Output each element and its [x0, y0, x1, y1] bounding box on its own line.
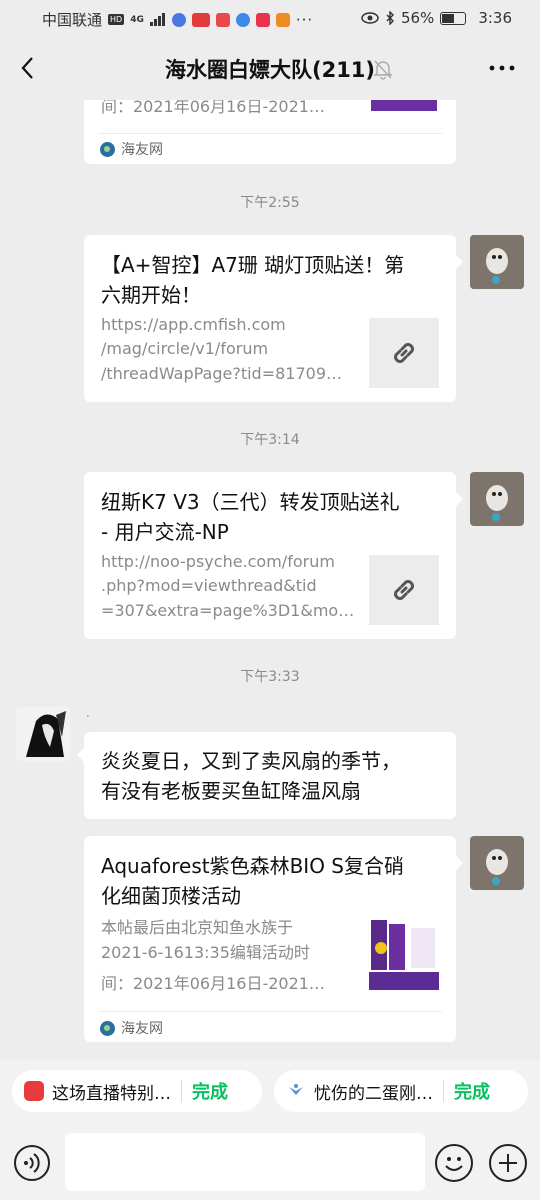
hd-badge: HD: [108, 14, 125, 25]
link-title-line2: - 用户交流-NP: [101, 520, 229, 544]
avatar[interactable]: [470, 235, 524, 289]
message-line1: 炎炎夏日，又到了卖风扇的季节，: [101, 749, 401, 773]
news-app-icon: [215, 12, 230, 27]
link-url-line1: https://app.cmfish.com: [101, 315, 286, 334]
text-message-bubble[interactable]: 炎炎夏日，又到了卖风扇的季节， 有没有老板要买鱼缸降温风扇: [84, 732, 456, 819]
chat-title: 海水圈白嫖大队(211): [164, 58, 376, 82]
card-divider: [98, 133, 442, 134]
link-url-line3: /threadWapPage?tid=81709…: [101, 364, 342, 383]
status-right: 56% 3:36: [361, 9, 512, 27]
timestamp: 下午3:33: [240, 669, 300, 685]
avatar[interactable]: [470, 836, 524, 890]
add-button[interactable]: [489, 1144, 527, 1182]
done-button[interactable]: 完成: [454, 1078, 490, 1104]
chat-area: 间：2021年06月16日-2021… 海友网 下午2:55 【A+智控】A7珊…: [0, 100, 540, 1060]
source-logo-icon: [100, 1020, 115, 1036]
more-notifications-icon: ···: [295, 10, 314, 29]
smiley-icon: [445, 1157, 463, 1171]
battery-icon: [440, 11, 467, 25]
article-desc-line2: 2021-6-1613:35编辑活动时: [101, 943, 310, 962]
quick-item-live[interactable]: 这场直播特别… 完成: [12, 1070, 262, 1112]
quick-item-divider: [443, 1080, 444, 1102]
article-source: 海友网: [100, 1018, 163, 1038]
sender-name: .: [86, 706, 90, 720]
music-app-icon: [171, 12, 186, 27]
card-divider: [98, 1011, 442, 1012]
link-chain-icon: [394, 580, 414, 600]
article-card[interactable]: Aquaforest紫色森林BIO S复合硝 化细菌顶楼活动 本帖最后由北京知鱼…: [84, 836, 456, 1042]
article-desc-line: 间：2021年06月16日-2021…: [101, 100, 325, 116]
link-title-line1: 【A+智控】A7珊 瑚灯顶贴送！第: [101, 253, 405, 277]
avatar-image: [470, 472, 524, 526]
article-card-partial[interactable]: 间：2021年06月16日-2021… 海友网: [84, 100, 456, 164]
quick-item-text: 忧伤的二蛋刚…: [314, 1083, 433, 1104]
link-url-line3: =307&extra=page%3D1&mo…: [101, 601, 355, 620]
link-url-line1: http://noo-psyche.com/forum: [101, 552, 335, 571]
message-line2: 有没有老板要买鱼缸降温风扇: [101, 779, 361, 803]
link-chain-icon: [394, 343, 414, 363]
quick-item-text: 这场直播特别…: [52, 1083, 171, 1104]
link-card[interactable]: 纽斯K7 V3（三代）转发顶贴送礼 - 用户交流-NP http://noo-p…: [84, 472, 456, 639]
link-title-line2: 六期开始！: [101, 283, 201, 307]
bubble-tail: [456, 492, 463, 506]
timestamp: 下午3:14: [240, 432, 300, 448]
link-card[interactable]: 【A+智控】A7珊 瑚灯顶贴送！第 六期开始！ https://app.cmfi…: [84, 235, 456, 402]
clock: 3:36: [478, 9, 512, 27]
browser-app-icon: [235, 12, 250, 27]
mute-bell-icon: [372, 58, 394, 80]
source-logo-icon: [100, 141, 115, 157]
avatar[interactable]: [470, 472, 524, 526]
status-bar: 中国联通 HD 4G ··· 56% 3:36: [0, 0, 540, 36]
bubble-tail: [77, 748, 84, 762]
article-title-line1: Aquaforest紫色森林BIO S复合硝: [101, 854, 404, 878]
bluetooth-icon: [386, 11, 394, 25]
live-stream-icon: [24, 1081, 44, 1101]
plus-icon: [499, 1154, 517, 1172]
quick-item-user[interactable]: 忧伤的二蛋刚… 完成: [274, 1070, 528, 1112]
link-thumbnail: [369, 318, 439, 388]
bubble-tail: [456, 255, 463, 269]
link-title-line1: 纽斯K7 V3（三代）转发顶贴送礼: [101, 490, 400, 514]
source-label: 海友网: [121, 142, 163, 158]
product-image: [369, 918, 439, 990]
chat-header: 海水圈白嫖大队(211): [0, 36, 540, 100]
voice-button[interactable]: [14, 1145, 50, 1181]
user-bird-icon: [286, 1081, 306, 1101]
more-options-button[interactable]: [484, 54, 520, 82]
message-input[interactable]: [65, 1133, 425, 1191]
input-bar: [0, 1124, 540, 1200]
voice-wave-icon: [24, 1153, 40, 1173]
avatar-image: [470, 235, 524, 289]
carrier-label: 中国联通: [42, 11, 103, 29]
article-source: 海友网: [100, 139, 163, 159]
link-thumbnail: [369, 555, 439, 625]
eye-icon: [361, 12, 379, 24]
status-left: 中国联通 HD 4G ···: [42, 9, 313, 30]
article-desc-line1: 本帖最后由北京知鱼水族于: [101, 918, 294, 937]
emoji-button[interactable]: [435, 1144, 473, 1182]
quick-item-divider: [181, 1080, 182, 1102]
avatar-image: [16, 707, 70, 761]
video-app-icon: [191, 12, 210, 27]
heart-app-icon: [255, 12, 270, 27]
source-label: 海友网: [121, 1021, 163, 1037]
done-button[interactable]: 完成: [192, 1078, 228, 1104]
network-type-badge: 4G: [130, 14, 144, 25]
article-thumbnail: [371, 100, 437, 111]
timestamp: 下午2:55: [240, 195, 300, 211]
more-dots-icon: [489, 65, 515, 71]
quick-actions-bar: 这场直播特别… 完成 忧伤的二蛋刚… 完成: [0, 1060, 540, 1124]
bubble-tail: [456, 856, 463, 870]
article-title-line2: 化细菌顶楼活动: [101, 884, 241, 908]
battery-percent: 56%: [400, 9, 435, 27]
signal-icon: [149, 13, 165, 26]
play-app-icon: [275, 12, 290, 27]
sender-avatar[interactable]: [16, 707, 70, 761]
avatar-image: [470, 836, 524, 890]
article-desc-line3: 间：2021年06月16日-2021…: [101, 974, 325, 993]
link-url-line2: .php?mod=viewthread&tid: [101, 576, 317, 595]
link-url-line2: /mag/circle/v1/forum: [101, 339, 269, 358]
article-thumbnail: [369, 918, 439, 990]
